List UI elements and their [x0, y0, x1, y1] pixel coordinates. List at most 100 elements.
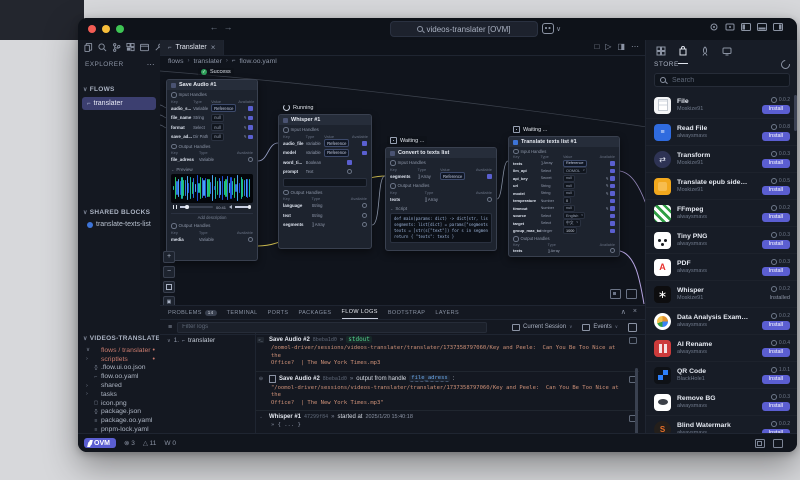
layout-icon[interactable]: □ — [594, 42, 599, 51]
file-tree-item[interactable]: ∨ flows / translater • — [82, 346, 158, 355]
script-code-block[interactable]: def main(params: dict) -> dict[str, list… — [390, 213, 492, 243]
panel-tab[interactable]: PACKAGES — [298, 306, 331, 319]
node-input-row[interactable]: audio_fileVariable Reference ✎ — [279, 139, 371, 149]
node-input-row[interactable]: group_max_tokensInteger 1000 ✎ — [509, 227, 619, 235]
edit-icon[interactable]: ✎ — [605, 206, 608, 211]
install-button[interactable]: Install — [761, 347, 790, 357]
handle-toggle[interactable] — [610, 221, 615, 226]
store-item[interactable]: File Moskize91 0.0.2 Install — [646, 92, 797, 119]
files-icon[interactable] — [84, 43, 93, 52]
external-icon[interactable] — [773, 438, 783, 448]
run-icon[interactable]: ▷ — [605, 42, 611, 51]
session-dropdown[interactable]: Current Session ∨ — [512, 323, 572, 331]
shared-blocks-header[interactable]: ∨ SHARED BLOCKS — [83, 209, 150, 216]
zoom-in-button[interactable]: + — [163, 251, 175, 263]
node-output-row[interactable]: language String — [279, 201, 371, 211]
add-description-button[interactable]: Add description — [171, 212, 253, 220]
filter-logs-input[interactable] — [177, 321, 488, 333]
edit-icon[interactable]: ✎ — [605, 191, 608, 196]
node-translate-texts-list-1[interactable]: Translate texts list #1 Input Handles Ke… — [508, 136, 620, 257]
store-item[interactable]: Read File alwaysmavs 0.0.8 Install — [646, 119, 797, 146]
layout-panel-bottom-icon[interactable] — [757, 22, 767, 32]
install-button[interactable]: Install — [761, 239, 790, 249]
comment-icon[interactable] — [629, 337, 637, 344]
install-button[interactable]: Install — [761, 158, 790, 168]
chevron-up-icon[interactable]: ∧ — [621, 308, 626, 316]
refresh-icon[interactable] — [779, 58, 792, 71]
store-item[interactable]: Whisper Moskize91 0.0.2 Installed — [646, 281, 797, 308]
zoom-out-button[interactable]: − — [163, 266, 175, 278]
store-item[interactable]: Remove BG alwaysmavs 0.0.3 Install — [646, 389, 797, 416]
install-button[interactable]: Install — [761, 212, 790, 222]
export-logs-icon[interactable] — [628, 322, 637, 332]
edit-icon[interactable]: ✎ — [243, 125, 246, 130]
handle-toggle[interactable] — [610, 183, 615, 188]
errors-count[interactable]: ⊗ 3 — [124, 439, 135, 447]
node-input-row[interactable]: model String null ✎ — [509, 189, 619, 198]
breadcrumb-flows[interactable]: flows — [168, 58, 184, 65]
node-input-row[interactable]: audio_s...Variable Reference ✎ — [167, 104, 257, 114]
maximize-window-button[interactable] — [116, 25, 124, 33]
log-scrollbar[interactable] — [635, 368, 638, 434]
breadcrumb-translater[interactable]: translater — [194, 58, 222, 65]
store-item[interactable]: PDF alwaysmavs 0.0.3 Install — [646, 254, 797, 281]
handle-toggle[interactable] — [610, 213, 615, 218]
prompt-input[interactable] — [283, 177, 367, 187]
minimize-window-button[interactable] — [102, 25, 110, 33]
store-item[interactable]: Data Analysis Examples alwaysmavs 0.0.2 … — [646, 308, 797, 335]
node-input-row[interactable]: temperatureNumber 0 ✎ — [509, 197, 619, 205]
store-item[interactable]: Tiny PNG alwaysmavs 0.0.3 Install — [646, 227, 797, 254]
file-tree-item[interactable]: {} .flow.ui.oo.json — [82, 364, 158, 373]
handle-toggle[interactable] — [248, 125, 253, 130]
node-input-row[interactable]: promptText ✎ — [279, 167, 371, 177]
node-input-row[interactable]: save_ad... Dir Path null ✎ — [167, 132, 257, 142]
store-item[interactable]: QR Code BlackHole1 1.0.1 Install — [646, 362, 797, 389]
edit-icon[interactable]: ✎ — [605, 176, 608, 181]
file-tree-item[interactable]: ⌐ flow.oo.yaml — [82, 372, 158, 381]
node-convert-to-texts-list[interactable]: Convert to texts list Input Handles Key T… — [385, 147, 497, 251]
install-button[interactable]: Install — [761, 401, 790, 411]
node-input-row[interactable]: targetSelect 中文 ✎ — [509, 219, 619, 228]
handle-toggle[interactable] — [610, 228, 615, 233]
node-output-row[interactable]: segments[] Array — [279, 220, 371, 230]
handle-toggle[interactable] — [487, 174, 492, 179]
handle-toggle[interactable] — [610, 161, 615, 166]
store-item[interactable]: FFmpeg alwaysmavs 0.0.2 Install — [646, 200, 797, 227]
node-output-row[interactable]: texts[] Array — [386, 195, 496, 205]
node-input-row[interactable]: api_key Secret null ✎ — [509, 174, 619, 183]
node-whisper-1[interactable]: Whisper #1 Input Handles Key Type Value Ava… — [278, 114, 372, 249]
node-input-row[interactable]: llm_apiSelect OOMOL ✎ — [509, 167, 619, 175]
install-button[interactable]: Install — [761, 185, 790, 195]
handle-toggle[interactable] — [362, 141, 367, 146]
log-entry-started[interactable]: ◦ Whisper #1 47299f84 » started at 2025/… — [255, 411, 639, 434]
node-save-audio-1[interactable]: Save Audio #1 Input Handles Key Type Value… — [166, 79, 258, 261]
store-search[interactable] — [654, 73, 790, 87]
store-search-input[interactable] — [670, 75, 784, 85]
chevron-down-icon[interactable]: ⌄ — [171, 167, 174, 172]
session-badge[interactable]: ∨ — [542, 22, 561, 35]
close-icon[interactable]: × — [633, 308, 637, 316]
tree-item-translater[interactable]: ∨ 1. ⌐ translater — [160, 333, 255, 344]
volume-icon[interactable] — [229, 205, 232, 209]
more-actions-icon[interactable]: ⋯ — [147, 60, 155, 69]
window-icon[interactable] — [140, 43, 149, 52]
install-button[interactable]: Install — [761, 266, 790, 276]
handle-toggle[interactable] — [362, 150, 367, 155]
project-section-header[interactable]: ∨VIDEOS-TRANSLATER [OVM] — [83, 335, 159, 342]
lock-canvas-button[interactable]: ▣ — [163, 296, 175, 305]
store-item[interactable]: Translate epub side by ... Moskize91 0.0… — [646, 173, 797, 200]
file-tree-item[interactable]: › scriptlets • — [82, 355, 158, 364]
search-icon[interactable] — [98, 43, 107, 52]
log-entry-stdout[interactable]: >_ Save Audio #2 8beba1d0 » stdout /oomo… — [255, 333, 639, 372]
install-button[interactable]: Install — [761, 131, 790, 141]
source-control-icon[interactable] — [112, 43, 121, 52]
fit-view-button[interactable] — [163, 281, 175, 293]
store-scrollbar[interactable] — [794, 95, 797, 131]
node-input-row[interactable]: url String null ✎ — [509, 182, 619, 190]
node-input-row[interactable]: segments[] Array Reference ✎ — [386, 172, 496, 182]
store-item[interactable]: Blind Watermark alwaysmavs 0.0.2 Install — [646, 416, 797, 434]
install-button[interactable]: Install — [761, 320, 790, 330]
panel-tab[interactable]: PROBLEMS 14 — [168, 306, 217, 319]
node-input-row[interactable]: texts[] Array Reference ✎ — [509, 159, 619, 168]
close-icon[interactable]: × — [211, 43, 216, 52]
